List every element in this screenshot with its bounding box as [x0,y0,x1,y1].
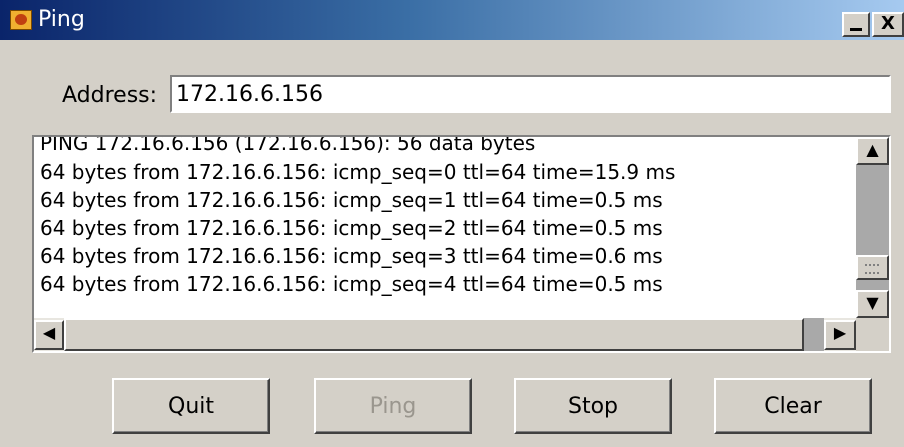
arrow-left-icon: ◀ [42,323,56,342]
scroll-up-button[interactable]: ▲ [856,137,889,165]
output-line: 64 bytes from 172.16.6.156: icmp_seq=1 t… [40,188,663,212]
output-text-area[interactable]: PING 172.16.6.156 (172.16.6.156): 56 dat… [34,137,856,318]
minimize-icon [850,28,862,31]
horizontal-scroll-track[interactable] [804,318,824,351]
close-button[interactable]: X [872,12,904,37]
output-line: 64 bytes from 172.16.6.156: icmp_seq=3 t… [40,244,663,268]
horizontal-scrollbar[interactable]: ◀ ▶ [34,318,856,351]
scroll-down-button[interactable]: ▼ [856,290,889,318]
minimize-button[interactable] [842,12,870,37]
output-line: 64 bytes from 172.16.6.156: icmp_seq=4 t… [40,272,663,296]
close-icon: X [881,13,895,34]
vertical-scrollbar[interactable]: ▲ ▼ [856,137,889,318]
arrow-right-icon: ▶ [833,323,847,342]
vertical-scroll-thumb[interactable] [856,255,889,280]
quit-button[interactable]: Quit [112,378,270,434]
arrow-down-icon: ▼ [866,293,879,312]
clear-button[interactable]: Clear [714,378,872,434]
output-panel: PING 172.16.6.156 (172.16.6.156): 56 dat… [32,135,891,353]
address-input[interactable] [170,75,891,113]
output-line: 64 bytes from 172.16.6.156: icmp_seq=0 t… [40,160,676,184]
window-title: Ping [38,7,85,32]
output-line: 64 bytes from 172.16.6.156: icmp_seq=2 t… [40,216,663,240]
scroll-right-button[interactable]: ▶ [824,320,856,350]
arrow-up-icon: ▲ [866,140,879,159]
horizontal-scroll-thumb[interactable] [64,318,804,351]
address-label: Address: [62,83,158,108]
app-icon [10,10,32,30]
scroll-left-button[interactable]: ◀ [34,320,64,350]
title-bar[interactable]: Ping X [0,0,904,40]
ping-button[interactable]: Ping [314,378,472,434]
output-line: PING 172.16.6.156 (172.16.6.156): 56 dat… [40,137,536,155]
scrollbar-corner [856,318,889,351]
stop-button[interactable]: Stop [514,378,672,434]
